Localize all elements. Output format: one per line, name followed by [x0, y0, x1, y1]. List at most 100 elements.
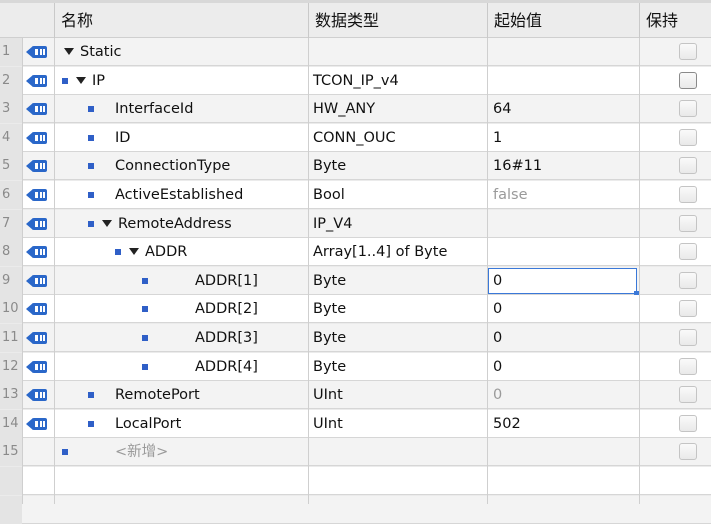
table-row[interactable]: 3 InterfaceId HW_ANY 64	[0, 95, 711, 124]
data-type-cell[interactable]: UInt	[308, 381, 343, 409]
start-value-cell[interactable]	[488, 38, 493, 66]
row-number[interactable]: 2	[0, 66, 22, 95]
table-row[interactable]: 6 ActiveEstablished Bool false	[0, 181, 711, 209]
start-value-cell[interactable]: 0	[488, 381, 502, 409]
table-row[interactable]: 8 ADDR Array[1..4] of Byte	[0, 238, 711, 267]
row-number[interactable]: 14	[0, 409, 22, 438]
retain-checkbox[interactable]	[679, 214, 697, 232]
retain-checkbox[interactable]	[679, 43, 697, 60]
start-value-cell[interactable]: 502	[488, 410, 521, 438]
variable-name[interactable]: LocalPort	[115, 410, 181, 438]
retain-checkbox[interactable]	[679, 100, 697, 118]
start-value-cell[interactable]	[488, 438, 493, 466]
retain-checkbox[interactable]	[679, 357, 697, 375]
element-bullet-icon	[142, 277, 148, 284]
data-type-cell[interactable]: Array[1..4] of Byte	[308, 238, 447, 266]
add-new-row[interactable]: 15 <新增>	[0, 438, 711, 467]
start-value-cell[interactable]	[488, 210, 493, 238]
collapse-triangle-icon[interactable]	[102, 219, 112, 227]
retain-checkbox[interactable]	[679, 329, 697, 346]
variable-name[interactable]: ADDR[3]	[195, 324, 258, 352]
retain-checkbox[interactable]	[679, 186, 697, 203]
retain-checkbox[interactable]	[679, 271, 697, 289]
retain-checkbox[interactable]	[679, 300, 697, 318]
row-number[interactable]: 12	[0, 352, 22, 381]
variable-name[interactable]: ADDR[2]	[195, 295, 258, 323]
retain-checkbox[interactable]	[679, 71, 697, 89]
variable-name[interactable]: ADDR[1]	[195, 267, 258, 295]
variable-name[interactable]: ID	[115, 124, 130, 152]
variable-name[interactable]: ADDR	[145, 238, 187, 266]
interface-static-icon	[26, 417, 48, 431]
retain-checkbox[interactable]	[679, 128, 697, 146]
data-type-cell[interactable]: Byte	[308, 152, 346, 180]
data-type-column-header[interactable]: 数据类型	[308, 3, 487, 38]
data-type-cell[interactable]: Byte	[308, 295, 346, 323]
start-value-cell[interactable]: 16#11	[488, 152, 542, 180]
row-number[interactable]: 11	[0, 324, 22, 352]
table-row[interactable]: 2 IP TCON_IP_v4	[0, 66, 711, 95]
data-type-cell[interactable]: Bool	[308, 181, 345, 209]
retain-checkbox[interactable]	[679, 243, 697, 261]
data-type-cell[interactable]: Byte	[308, 267, 346, 295]
table-row[interactable]: 11 ADDR[3] Byte 0	[0, 324, 711, 352]
row-number[interactable]: 9	[0, 266, 22, 295]
start-value-cell[interactable]: 0	[488, 353, 502, 381]
data-type-cell[interactable]: HW_ANY	[308, 95, 375, 123]
row-number[interactable]: 1	[0, 38, 22, 66]
data-type-cell[interactable]: CONN_OUC	[308, 124, 396, 152]
start-value-cell[interactable]: 0	[488, 267, 502, 295]
start-value-cell[interactable]: 64	[488, 95, 511, 123]
table-row[interactable]: 4 ID CONN_OUC 1	[0, 123, 711, 152]
variable-name[interactable]: RemotePort	[115, 381, 200, 409]
row-number[interactable]: 6	[0, 181, 22, 209]
row-number	[0, 467, 22, 495]
data-type-cell[interactable]: TCON_IP_v4	[308, 67, 399, 95]
row-number[interactable]: 3	[0, 95, 22, 124]
data-type-cell[interactable]: Byte	[308, 353, 346, 381]
start-value-cell[interactable]	[488, 67, 493, 95]
retain-checkbox[interactable]	[679, 443, 697, 461]
collapse-triangle-icon[interactable]	[64, 48, 74, 55]
retain-checkbox[interactable]	[679, 414, 697, 432]
start-value-cell[interactable]: false	[488, 181, 528, 209]
data-type-cell[interactable]: Byte	[308, 324, 346, 352]
collapse-triangle-icon[interactable]	[76, 76, 86, 84]
variable-name[interactable]: Static	[80, 38, 121, 66]
name-column-header[interactable]: 名称	[54, 3, 308, 38]
row-number[interactable]: 5	[0, 152, 22, 181]
variable-name[interactable]: ADDR[4]	[195, 353, 258, 381]
variable-name[interactable]: ActiveEstablished	[115, 181, 243, 209]
variable-name[interactable]: IP	[92, 67, 105, 95]
start-value-cell[interactable]: 1	[488, 124, 502, 152]
start-value-cell[interactable]: 0	[488, 295, 502, 323]
data-type-cell[interactable]: IP_V4	[308, 210, 352, 238]
row-number[interactable]: 15	[0, 438, 22, 467]
variable-name[interactable]: ConnectionType	[115, 152, 230, 180]
table-row[interactable]: 14 LocalPort UInt 502	[0, 409, 711, 438]
row-number[interactable]: 4	[0, 123, 22, 152]
variable-name[interactable]: InterfaceId	[115, 95, 193, 123]
table-row[interactable]: 7 RemoteAddress IP_V4	[0, 209, 711, 238]
row-number[interactable]: 10	[0, 295, 22, 324]
table-row[interactable]: 10 ADDR[2] Byte 0	[0, 295, 711, 324]
start-value-editor[interactable]	[488, 267, 639, 296]
table-row[interactable]: 9 ADDR[1] Byte 0	[0, 266, 711, 296]
retain-checkbox[interactable]	[679, 157, 697, 175]
start-value-column-header[interactable]: 起始值	[487, 3, 639, 38]
start-value-cell[interactable]: 0	[488, 324, 502, 352]
variable-name[interactable]: RemoteAddress	[118, 210, 232, 238]
variable-name[interactable]: <新增>	[115, 438, 168, 466]
start-value-cell[interactable]	[488, 238, 493, 266]
row-number[interactable]: 8	[0, 238, 22, 267]
row-number[interactable]: 13	[0, 381, 22, 410]
table-row[interactable]: 12 ADDR[4] Byte 0	[0, 352, 711, 381]
collapse-triangle-icon[interactable]	[129, 248, 139, 256]
retain-checkbox[interactable]	[679, 386, 697, 404]
table-row[interactable]: 13 RemotePort UInt 0	[0, 381, 711, 410]
row-number[interactable]: 7	[0, 209, 22, 238]
table-row[interactable]: 1 Static	[0, 38, 711, 66]
table-row[interactable]: 5 ConnectionType Byte 16#11	[0, 152, 711, 181]
retain-column-header[interactable]: 保持	[639, 3, 711, 38]
data-type-cell[interactable]: UInt	[308, 410, 343, 438]
